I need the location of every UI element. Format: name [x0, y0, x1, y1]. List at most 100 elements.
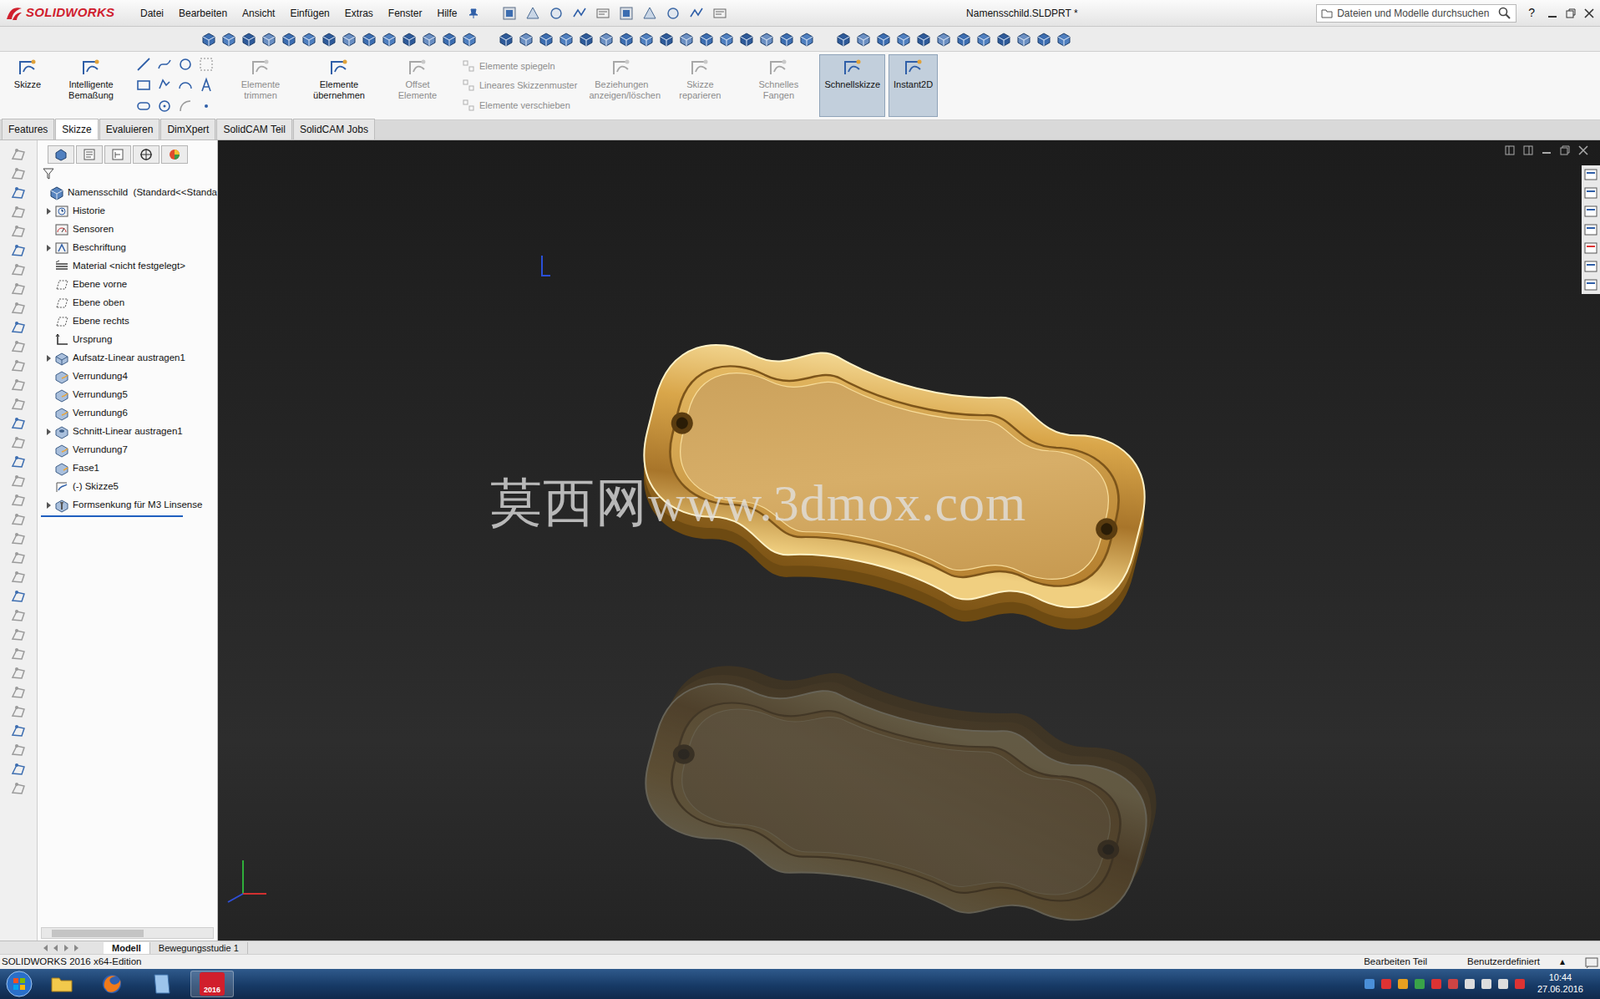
tray-icon[interactable] — [1480, 977, 1493, 990]
minimize-icon[interactable] — [1546, 7, 1559, 20]
help-button[interactable]: ? — [1524, 4, 1539, 22]
units-selector[interactable]: Benutzerdefiniert▴ — [1447, 954, 1585, 969]
nav-arrow-icon[interactable] — [51, 943, 61, 952]
sketch-tool-icon[interactable] — [177, 97, 196, 117]
toolbar-button-icon[interactable] — [524, 5, 542, 22]
clock[interactable]: 10:4427.06.2016 — [1530, 972, 1590, 996]
tool-icon[interactable] — [10, 281, 27, 297]
tool-icon[interactable] — [10, 627, 27, 643]
start-orb-icon[interactable] — [5, 969, 34, 998]
tree-item[interactable]: Historie — [37, 202, 218, 221]
properties-icon[interactable] — [1583, 259, 1599, 274]
view-toolbar-button-icon[interactable] — [738, 30, 755, 48]
view-toolbar-button-icon[interactable] — [658, 30, 675, 48]
command-button[interactable]: Beziehungen anzeigen/löschen — [583, 54, 659, 117]
tool-icon[interactable] — [10, 684, 27, 700]
tree-item[interactable]: Ebene vorne — [37, 275, 218, 294]
taskbar-button[interactable]: 2016 — [190, 970, 234, 998]
tray-icon[interactable] — [1513, 977, 1526, 990]
toolbar-button-icon[interactable] — [641, 5, 659, 22]
view-toolbar-button-icon[interactable] — [537, 30, 555, 48]
view-toolbar-button-icon[interactable] — [758, 30, 775, 48]
tree-item[interactable]: Ursprung — [37, 330, 218, 350]
command-button[interactable]: Elemente verschieben — [461, 98, 578, 113]
close-icon[interactable] — [1583, 7, 1595, 20]
view-toolbar-button-icon[interactable] — [497, 30, 515, 48]
tree-filter[interactable] — [37, 165, 218, 184]
view-toolbar-button-icon[interactable] — [260, 30, 278, 48]
library-icon[interactable] — [1583, 204, 1599, 218]
view-toolbar-button-icon[interactable] — [835, 30, 852, 48]
view-toolbar-button-icon[interactable] — [975, 30, 993, 48]
tree-item[interactable]: Material <nicht festgelegt> — [37, 257, 218, 276]
tool-icon[interactable] — [10, 243, 27, 259]
command-tab[interactable]: DimXpert — [160, 118, 216, 140]
sketch-tool-icon[interactable] — [135, 76, 154, 96]
view-toolbar-button-icon[interactable] — [460, 30, 478, 48]
tree-item[interactable]: Verrundung7 — [37, 440, 218, 460]
restore-icon[interactable] — [1564, 7, 1577, 20]
tool-icon[interactable] — [10, 531, 27, 547]
configurationmanager-icon[interactable] — [104, 145, 132, 164]
sketch-tool-icon[interactable] — [197, 55, 217, 75]
featuremanager-icon[interactable] — [47, 145, 75, 164]
view-toolbar-button-icon[interactable] — [678, 30, 695, 48]
sketch-tool-icon[interactable] — [156, 55, 175, 75]
toolbar-button-icon[interactable] — [547, 5, 565, 22]
command-button[interactable]: Intelligente Bemaßung — [53, 54, 129, 117]
toolbar-button-icon[interactable] — [617, 5, 635, 22]
search-box[interactable]: Dateien und Modelle durchsuchen — [1316, 4, 1517, 23]
command-button[interactable]: Offset Elemente — [379, 54, 456, 117]
sketch-tool-icon[interactable] — [156, 76, 175, 96]
tool-icon[interactable] — [10, 761, 27, 777]
tool-icon[interactable] — [10, 665, 27, 681]
view-toolbar-button-icon[interactable] — [698, 30, 715, 48]
tool-icon[interactable] — [10, 588, 27, 604]
menu-item[interactable]: Fenster — [386, 4, 425, 23]
tool-icon[interactable] — [10, 204, 27, 220]
tool-icon[interactable] — [10, 511, 27, 527]
view-toolbar-button-icon[interactable] — [320, 30, 338, 48]
tree-item[interactable]: Formsenkung für M3 Linsense — [37, 496, 218, 515]
view-toolbar-button-icon[interactable] — [1015, 30, 1033, 48]
tool-icon[interactable] — [10, 435, 27, 451]
command-button[interactable]: Lineares Skizzenmuster — [461, 78, 578, 93]
view-toolbar-button-icon[interactable] — [855, 30, 872, 48]
tool-icon[interactable] — [10, 396, 27, 412]
view-toolbar-button-icon[interactable] — [895, 30, 912, 48]
tree-item[interactable]: Fase1 — [37, 459, 218, 478]
tool-icon[interactable] — [10, 415, 27, 431]
menu-item[interactable]: Datei — [138, 4, 166, 23]
view-toolbar-button-icon[interactable] — [420, 30, 438, 48]
tool-icon[interactable] — [10, 166, 27, 182]
expander[interactable] — [42, 244, 55, 252]
tool-icon[interactable] — [10, 723, 27, 739]
command-button[interactable]: Schnellskizze — [819, 54, 886, 117]
tool-icon[interactable] — [10, 454, 27, 470]
toolbar-button-icon[interactable] — [571, 5, 588, 22]
tree-item[interactable]: Ebene oben — [37, 293, 218, 313]
expander[interactable] — [42, 207, 55, 215]
tool-icon[interactable] — [10, 473, 27, 489]
filter-icon[interactable] — [42, 167, 55, 181]
tree-item[interactable]: Verrundung5 — [37, 385, 218, 405]
expander[interactable] — [42, 354, 55, 362]
minimize-icon[interactable] — [1541, 145, 1552, 156]
model-render[interactable] — [217, 140, 1600, 941]
tree-item[interactable]: Verrundung4 — [37, 367, 218, 386]
propertymanager-icon[interactable] — [75, 145, 103, 164]
tool-icon[interactable] — [10, 300, 27, 316]
view-toolbar-button-icon[interactable] — [718, 30, 735, 48]
tool-icon[interactable] — [10, 492, 27, 508]
tool-icon[interactable] — [10, 223, 27, 239]
tool-icon[interactable] — [10, 319, 27, 335]
command-tab[interactable]: SolidCAM Teil — [216, 118, 292, 140]
resources-icon[interactable] — [1583, 186, 1599, 200]
view-toolbar-button-icon[interactable] — [280, 30, 298, 48]
expand-arrow-icon[interactable] — [46, 354, 51, 362]
view-toolbar-button-icon[interactable] — [597, 30, 615, 48]
toolbar-button-icon[interactable] — [501, 5, 518, 22]
sketch-tool-icon[interactable] — [135, 55, 154, 75]
units-arrow[interactable]: ▴ — [1559, 954, 1565, 969]
taskbar-button[interactable] — [40, 970, 84, 998]
